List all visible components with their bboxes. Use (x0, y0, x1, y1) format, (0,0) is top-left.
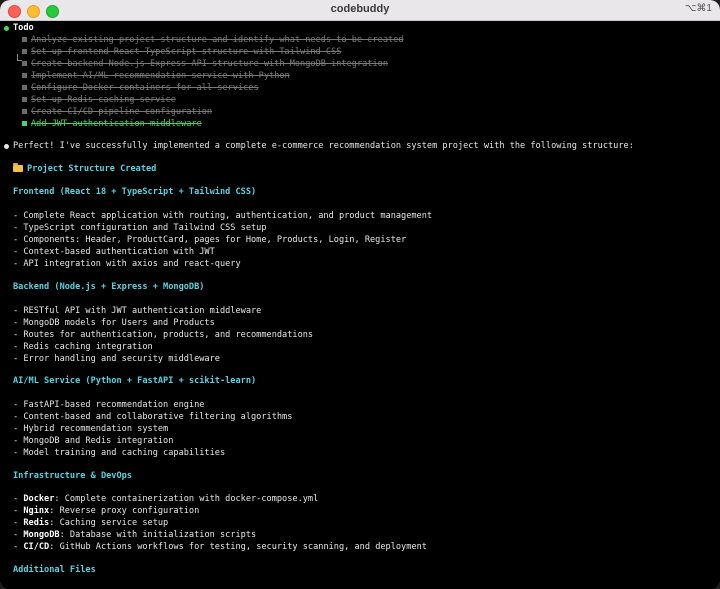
list-item: - Model training and caching capabilitie… (13, 448, 226, 458)
section-heading-frontend: Frontend (React 18 + TypeScript + Tailwi… (13, 187, 257, 197)
window-title: codebuddy (330, 3, 390, 15)
todo-item: Implement AI/ML recommendation service w… (22, 71, 290, 81)
checkbox-icon (22, 49, 27, 54)
list-item: - Error handling and security middleware (13, 354, 220, 364)
checkbox-icon (22, 97, 27, 102)
infra-item: - Redis: Caching service setup (13, 518, 169, 528)
list-item: - MongoDB models for Users and Products (13, 318, 215, 328)
list-item: - Content-based and collaborative filter… (13, 412, 293, 422)
checkbox-icon (22, 73, 27, 78)
todo-bullet-icon (4, 26, 9, 31)
shortcut-label: ⌥⌘1 (684, 3, 712, 14)
list-item: - Redis caching integration (13, 342, 153, 352)
infra-term: CI/CD (23, 542, 50, 552)
infra-item: - Nginx: Reverse proxy configuration (13, 506, 200, 516)
list-item: - TypeScript configuration and Tailwind … (13, 223, 267, 233)
todo-item: Create backend Node.js Express API struc… (22, 59, 388, 69)
section-heading-infra: Infrastructure & DevOps (13, 471, 132, 481)
infra-desc: : GitHub Actions workflows for testing, … (49, 542, 427, 552)
list-item: - MongoDB and Redis integration (13, 436, 174, 446)
infra-term: Docker (23, 494, 55, 504)
terminal-window: codebuddy ⌥⌘1 Todo Analyze existing proj… (0, 0, 720, 589)
checkbox-icon (22, 37, 27, 42)
todo-item: Configure Docker containers for all serv… (22, 83, 259, 93)
todo-item: Analyze existing project structure and i… (22, 35, 404, 45)
list-item: - Components: Header, ProductCard, pages… (13, 235, 407, 245)
infra-item: - CI/CD: GitHub Actions workflows for te… (13, 542, 427, 552)
list-item: - Context-based authentication with JWT (13, 247, 215, 257)
todo-title: Todo (13, 23, 34, 33)
infra-term: Nginx (23, 506, 50, 516)
project-heading-line: Project Structure Created (13, 163, 157, 174)
list-item: - RESTful API with JWT authentication mi… (13, 306, 262, 316)
checkbox-icon (22, 85, 27, 90)
todo-item-active: Add JWT authentication middleware (22, 119, 202, 129)
infra-desc: : Database with initialization scripts (59, 530, 257, 540)
terminal-output: Todo Analyze existing project structure … (0, 21, 720, 589)
infra-desc: : Caching service setup (49, 518, 169, 528)
folder-icon (13, 163, 23, 172)
infra-item: - MongoDB: Database with initialization … (13, 530, 257, 540)
list-item: - Complete React application with routin… (13, 211, 433, 221)
checkbox-icon (22, 121, 27, 126)
checkbox-icon (22, 61, 27, 66)
project-heading: Project Structure Created (27, 164, 157, 174)
infra-item: - Docker: Complete containerization with… (13, 494, 319, 504)
title-bar: codebuddy ⌥⌘1 (0, 0, 720, 21)
infra-desc: : Complete containerization with docker-… (54, 494, 319, 504)
checkbox-icon (22, 109, 27, 114)
infra-term: MongoDB (23, 530, 60, 540)
message-intro: Perfect! I've successfully implemented a… (13, 141, 634, 151)
section-heading-ml: AI/ML Service (Python + FastAPI + scikit… (13, 376, 257, 386)
list-item: - Routes for authentication, products, a… (13, 330, 314, 340)
list-item: - API integration with axios and react-q… (13, 259, 241, 269)
section-heading-backend: Backend (Node.js + Express + MongoDB) (13, 282, 205, 292)
section-heading-additional: Additional Files (13, 565, 96, 575)
list-item: - Hybrid recommendation system (13, 424, 169, 434)
infra-term: Redis (23, 518, 50, 528)
todo-item: Create CI/CD pipeline configuration (22, 107, 212, 117)
list-item: - FastAPI-based recommendation engine (13, 400, 205, 410)
todo-item: Set up frontend React TypeScript structu… (22, 47, 341, 57)
message-bullet-icon (4, 144, 9, 149)
infra-desc: : Reverse proxy configuration (49, 506, 200, 516)
todo-item: Set up Redis caching service (22, 95, 176, 105)
